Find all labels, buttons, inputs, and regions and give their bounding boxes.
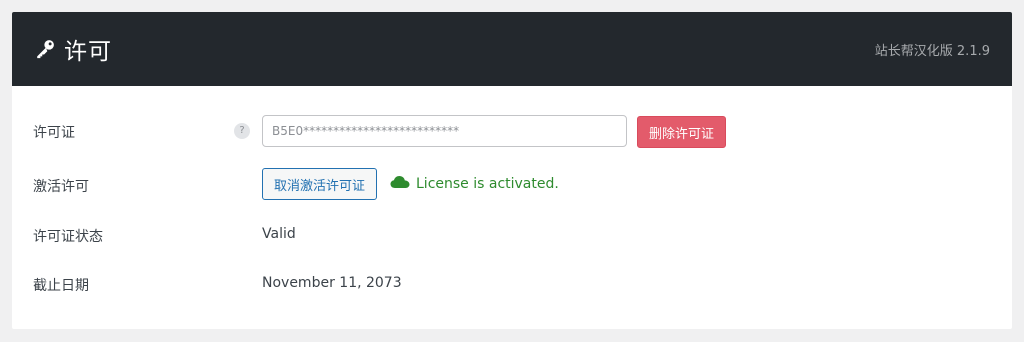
- activation-label: 激活许可: [33, 179, 89, 195]
- expiry-label: 截止日期: [33, 278, 89, 294]
- cloud-icon: [390, 175, 410, 193]
- activation-status: License is activated.: [390, 175, 559, 193]
- page-title: 许可: [64, 39, 112, 65]
- help-icon[interactable]: ?: [234, 123, 250, 139]
- status-row: 许可证状态 Valid: [12, 226, 1012, 246]
- license-key-input[interactable]: [262, 115, 627, 147]
- status-label: 许可证状态: [33, 229, 103, 245]
- license-row: 许可证 ? 删除许可证: [12, 114, 1012, 148]
- deactivate-license-button[interactable]: 取消激活许可证: [262, 168, 378, 200]
- activation-status-text: License is activated.: [416, 176, 559, 192]
- key-icon: [34, 38, 56, 60]
- settings-rows: 许可证 ? 删除许可证 激活许可 取消激活许可证 License is acti…: [12, 86, 1012, 329]
- license-panel: 许可 站长帮汉化版 2.1.9 许可证 ? 删除许可证 激活许可 取消激活许可证…: [12, 12, 1012, 329]
- activation-row: 激活许可 取消激活许可证 License is activated.: [12, 166, 1012, 200]
- version-label: 站长帮汉化版 2.1.9: [874, 43, 990, 59]
- delete-license-button[interactable]: 删除许可证: [637, 116, 727, 148]
- expiry-value: November 11, 2073: [262, 275, 402, 291]
- expiry-row: 截止日期 November 11, 2073: [12, 275, 1012, 295]
- status-value: Valid: [262, 226, 296, 242]
- panel-header: 许可 站长帮汉化版 2.1.9: [12, 12, 1012, 86]
- license-label: 许可证: [33, 125, 75, 141]
- title-wrap: 许可: [34, 32, 112, 66]
